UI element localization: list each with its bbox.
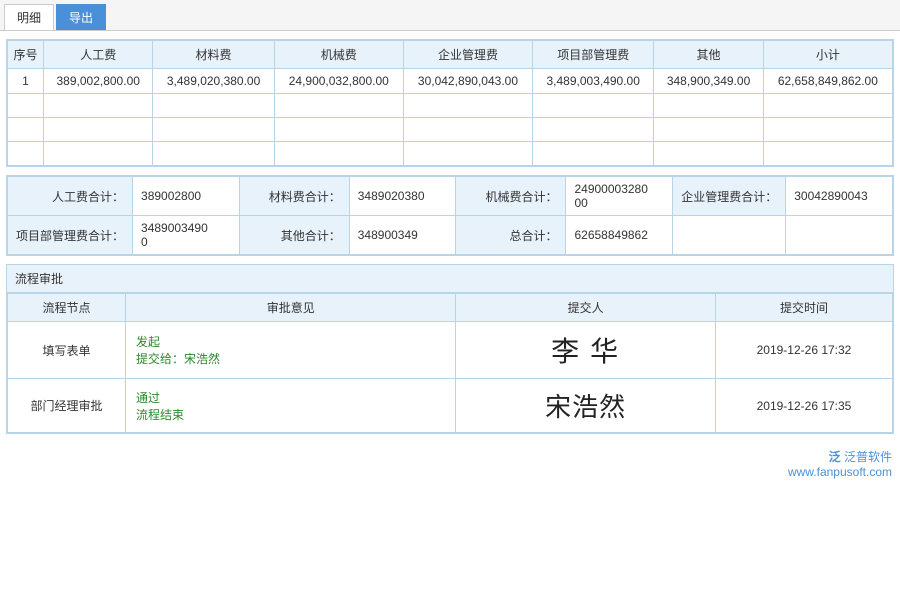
machinery-total-label: 机械费合计： (456, 177, 566, 216)
col-header-other: 其他 (654, 41, 763, 69)
summary-table: 人工费合计： 389002800 材料费合计： 3489020380 机械费合计… (7, 176, 893, 255)
other-total-label: 其他合计： (239, 216, 349, 255)
summary-row-2: 项目部管理费合计： 34890034900 其他合计： 348900349 总合… (8, 216, 893, 255)
wf-opinion-1: 发起 提交给：宋浩然 (126, 322, 456, 379)
col-header-enterprise: 企业管理费 (403, 41, 532, 69)
footer-watermark: 泛 泛普软件 www.fanpusoft.com (0, 442, 900, 472)
workflow-table: 流程节点 审批意见 提交人 提交时间 填写表单 发起 提交给：宋浩然 李 华 2… (7, 293, 893, 433)
wf-opinion-status-2[interactable]: 通过 (136, 391, 160, 405)
tab-detail[interactable]: 明细 (4, 4, 54, 30)
wf-signature-2: 宋浩然 (545, 393, 626, 422)
cell-subtotal: 62,658,849,862.00 (763, 69, 892, 94)
cost-table: 序号 人工费 材料费 机械费 企业管理费 项目部管理费 其他 小计 1 389,… (7, 40, 893, 166)
project-total-label: 项目部管理费合计： (8, 216, 133, 255)
wf-node-2: 部门经理审批 (8, 379, 126, 433)
empty-summary-2 (786, 216, 893, 255)
wf-header-submitter: 提交人 (456, 294, 716, 322)
wf-signature-1: 李 华 (551, 337, 620, 368)
cell-project: 3,489,003,490.00 (533, 69, 654, 94)
col-header-seq: 序号 (8, 41, 44, 69)
wf-header-time: 提交时间 (715, 294, 892, 322)
workflow-title: 流程审批 (7, 265, 893, 293)
empty-row-2 (8, 118, 893, 142)
workflow-section: 流程审批 流程节点 审批意见 提交人 提交时间 填写表单 发起 提交给：宋浩然 … (6, 264, 894, 434)
empty-row-1 (8, 94, 893, 118)
enterprise-total-value: 30042890043 (786, 177, 893, 216)
grand-total-label: 总合计： (456, 216, 566, 255)
grand-total-value: 62658849862 (566, 216, 673, 255)
cell-material: 3,489,020,380.00 (153, 69, 274, 94)
tab-export[interactable]: 导出 (56, 4, 106, 30)
cell-other: 348,900,349.00 (654, 69, 763, 94)
material-total-label: 材料费合计： (239, 177, 349, 216)
labor-total-label: 人工费合计： (8, 177, 133, 216)
brand-url: www.fanpusoft.com (788, 465, 892, 479)
wf-opinion-detail-2[interactable]: 流程结束 (136, 408, 184, 422)
wf-time-1: 2019-12-26 17:32 (715, 322, 892, 379)
workflow-row-2: 部门经理审批 通过 流程结束 宋浩然 2019-12-26 17:35 (8, 379, 893, 433)
empty-row-3 (8, 142, 893, 166)
wf-opinion-detail-1[interactable]: 提交给：宋浩然 (136, 352, 220, 366)
cell-enterprise: 30,042,890,043.00 (403, 69, 532, 94)
wf-opinion-2: 通过 流程结束 (126, 379, 456, 433)
enterprise-total-label: 企业管理费合计： (673, 177, 786, 216)
cell-machinery: 24,900,032,800.00 (274, 69, 403, 94)
wf-submitter-2: 宋浩然 (456, 379, 716, 433)
cell-seq: 1 (8, 69, 44, 94)
project-total-value: 34890034900 (133, 216, 240, 255)
other-total-value: 348900349 (349, 216, 456, 255)
wf-header-opinion: 审批意见 (126, 294, 456, 322)
tab-bar: 明细 导出 (0, 0, 900, 31)
col-header-labor: 人工费 (44, 41, 153, 69)
workflow-row-1: 填写表单 发起 提交给：宋浩然 李 华 2019-12-26 17:32 (8, 322, 893, 379)
machinery-total-value: 2490000328000 (566, 177, 673, 216)
wf-time-2: 2019-12-26 17:35 (715, 379, 892, 433)
brand-name: 泛普软件 (844, 450, 892, 464)
summary-section: 人工费合计： 389002800 材料费合计： 3489020380 机械费合计… (6, 175, 894, 256)
table-row: 1 389,002,800.00 3,489,020,380.00 24,900… (8, 69, 893, 94)
data-section: 序号 人工费 材料费 机械费 企业管理费 项目部管理费 其他 小计 1 389,… (6, 39, 894, 167)
material-total-value: 3489020380 (349, 177, 456, 216)
wf-opinion-status-1[interactable]: 发起 (136, 335, 160, 349)
empty-summary-1 (673, 216, 786, 255)
brand-icon: 泛 (829, 450, 841, 464)
col-header-subtotal: 小计 (763, 41, 892, 69)
wf-node-1: 填写表单 (8, 322, 126, 379)
wf-submitter-1: 李 华 (456, 322, 716, 379)
col-header-material: 材料费 (153, 41, 274, 69)
wf-header-node: 流程节点 (8, 294, 126, 322)
col-header-project: 项目部管理费 (533, 41, 654, 69)
brand-logo: 泛 泛普软件 www.fanpusoft.com (788, 450, 892, 479)
col-header-machinery: 机械费 (274, 41, 403, 69)
cell-labor: 389,002,800.00 (44, 69, 153, 94)
labor-total-value: 389002800 (133, 177, 240, 216)
summary-row-1: 人工费合计： 389002800 材料费合计： 3489020380 机械费合计… (8, 177, 893, 216)
